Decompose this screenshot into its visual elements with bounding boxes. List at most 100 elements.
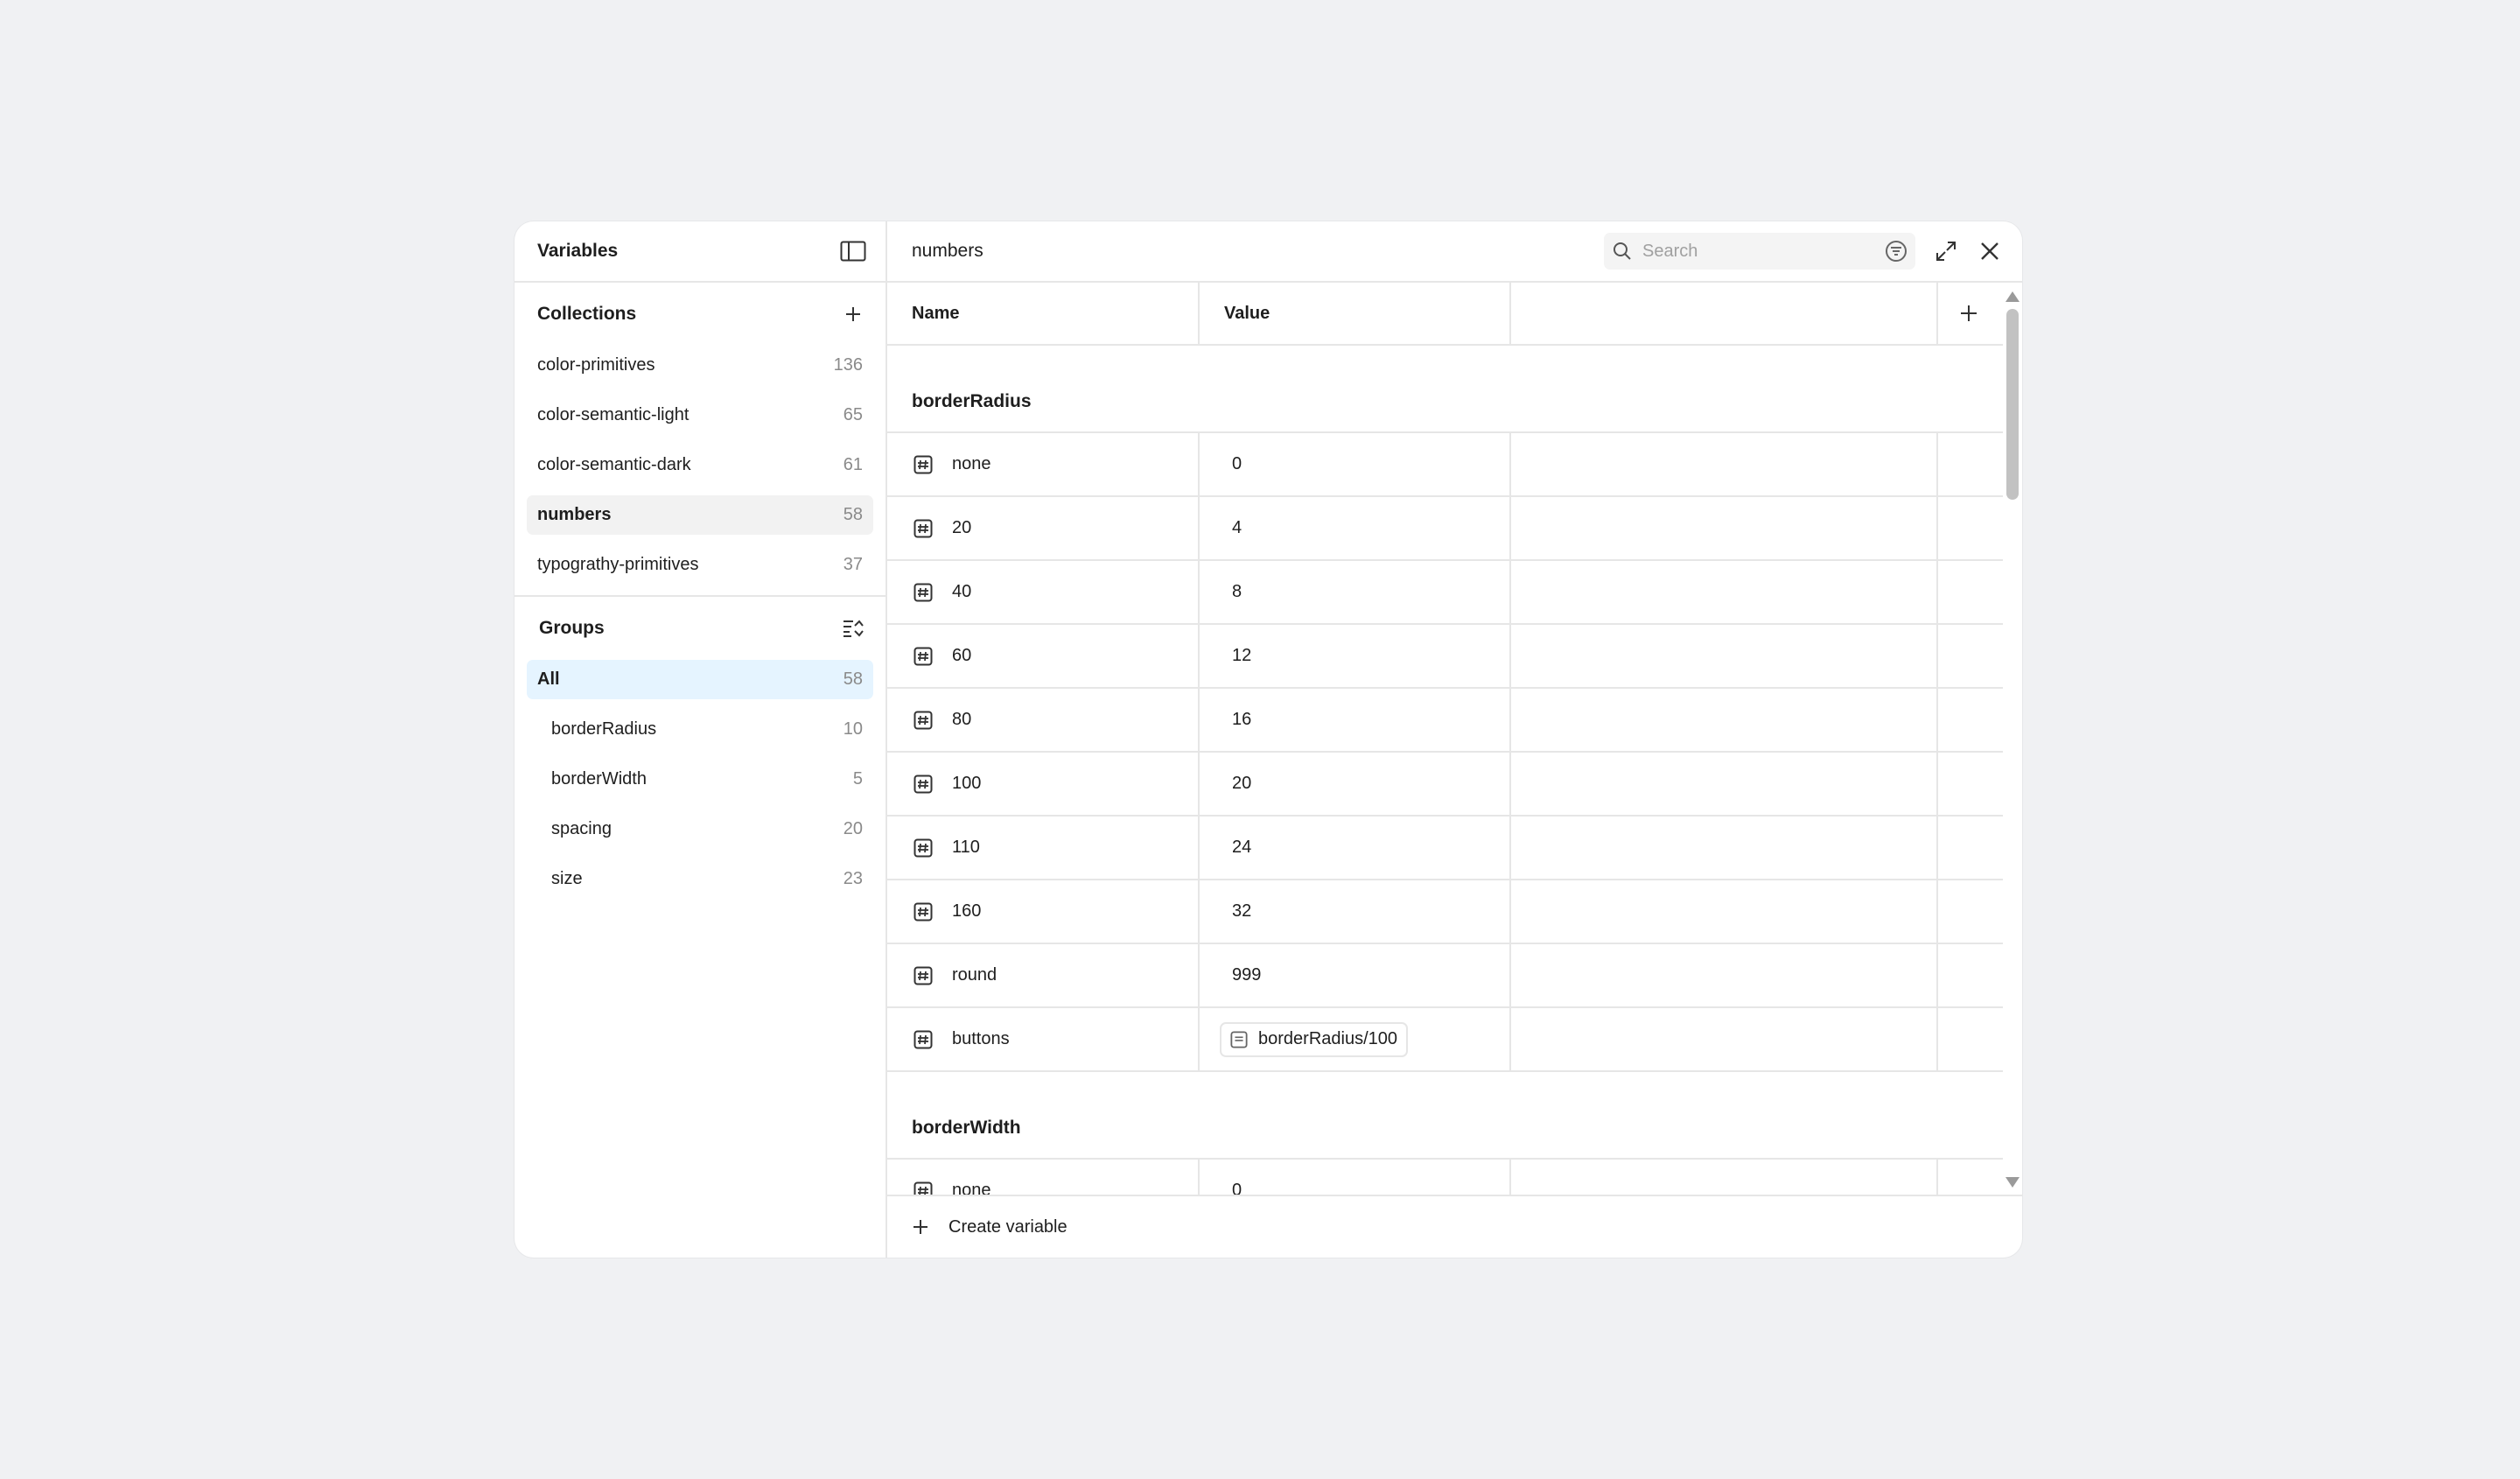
variable-value[interactable]: 20 (1232, 774, 1251, 794)
name-cell[interactable]: buttons (887, 1008, 1200, 1070)
empty-cell (1938, 689, 1998, 751)
vertical-scrollbar[interactable] (2003, 283, 2022, 1195)
group-item-borderradius[interactable]: borderRadius 10 (527, 710, 873, 749)
close-icon[interactable] (1975, 236, 2005, 266)
column-header-empty (1511, 283, 1938, 344)
value-cell[interactable]: 999 (1200, 944, 1511, 1006)
variable-value[interactable]: 24 (1232, 838, 1251, 858)
number-variable-icon (914, 583, 933, 602)
table-row[interactable]: 80 16 (887, 689, 2003, 753)
value-cell[interactable]: borderRadius/100 (1200, 1008, 1511, 1070)
collection-item-color-primitives[interactable]: color-primitives 136 (527, 346, 873, 385)
collections-header: Collections (514, 283, 886, 346)
empty-cell (1938, 817, 1998, 879)
variable-name: 60 (952, 646, 972, 665)
variable-value[interactable]: 0 (1232, 1181, 1242, 1195)
collection-label: color-semantic-light (537, 405, 690, 424)
variable-value[interactable]: 0 (1232, 454, 1242, 474)
value-cell[interactable]: 20 (1200, 753, 1511, 815)
scroll-down-arrow-icon[interactable] (2006, 1177, 2020, 1188)
column-header-value[interactable]: Value (1200, 283, 1511, 344)
create-variable-button[interactable]: Create variable (887, 1195, 2022, 1258)
value-cell[interactable]: 0 (1200, 1160, 1511, 1195)
name-cell[interactable]: none (887, 433, 1200, 495)
number-variable-icon (914, 902, 933, 922)
group-label: All (537, 669, 560, 689)
group-item-size[interactable]: size 23 (527, 859, 873, 899)
table-row[interactable]: 60 12 (887, 625, 2003, 689)
right-panel: numbers Name (887, 221, 2022, 1258)
group-count: 20 (843, 819, 863, 838)
empty-cell (1938, 497, 1998, 559)
table-row[interactable]: 160 32 (887, 880, 2003, 944)
table-row[interactable]: 110 24 (887, 817, 2003, 880)
table-row[interactable]: 40 8 (887, 561, 2003, 625)
name-cell[interactable]: 100 (887, 753, 1200, 815)
value-cell[interactable]: 12 (1200, 625, 1511, 687)
name-cell[interactable]: round (887, 944, 1200, 1006)
value-cell[interactable]: 8 (1200, 561, 1511, 623)
empty-cell (1938, 1008, 1998, 1070)
table-header: Name Value (887, 283, 2003, 346)
empty-cell (1938, 1160, 1998, 1195)
group-item-spacing[interactable]: spacing 20 (527, 810, 873, 849)
add-collection-plus-icon[interactable] (838, 299, 868, 329)
create-variable-label: Create variable (948, 1216, 1068, 1237)
name-cell[interactable]: 110 (887, 817, 1200, 879)
table-row[interactable]: 20 4 (887, 497, 2003, 561)
collection-item-numbers[interactable]: numbers 58 (527, 495, 873, 535)
name-cell[interactable]: 160 (887, 880, 1200, 943)
name-cell[interactable]: none (887, 1160, 1200, 1195)
value-cell[interactable]: 0 (1200, 433, 1511, 495)
collection-item-color-semantic-light[interactable]: color-semantic-light 65 (527, 396, 873, 435)
expand-icon[interactable] (1931, 236, 1961, 266)
name-cell[interactable]: 20 (887, 497, 1200, 559)
variable-name: 160 (952, 901, 982, 921)
empty-cell (1511, 497, 1938, 559)
collection-item-typograthy-primitives[interactable]: typograthy-primitives 37 (527, 545, 873, 585)
breadcrumb: numbers (912, 241, 984, 261)
search-input[interactable] (1641, 240, 1876, 263)
value-cell[interactable]: 4 (1200, 497, 1511, 559)
value-cell[interactable]: 16 (1200, 689, 1511, 751)
empty-cell (1511, 944, 1938, 1006)
group-item-all[interactable]: All 58 (527, 660, 873, 699)
name-cell[interactable]: 80 (887, 689, 1200, 751)
table-row[interactable]: buttons borderRadius/100 (887, 1008, 2003, 1072)
alias-chip[interactable]: borderRadius/100 (1220, 1021, 1408, 1057)
value-cell[interactable]: 32 (1200, 880, 1511, 943)
variable-name: 20 (952, 518, 972, 537)
table-row[interactable]: none 0 (887, 1160, 2003, 1195)
group-label: borderRadius (551, 719, 657, 739)
collection-item-color-semantic-dark[interactable]: color-semantic-dark 61 (527, 445, 873, 485)
table-row[interactable]: round 999 (887, 944, 2003, 1008)
add-mode-plus-icon[interactable] (1938, 283, 1998, 344)
name-cell[interactable]: 40 (887, 561, 1200, 623)
scroll-up-arrow-icon[interactable] (2006, 291, 2020, 302)
group-item-borderwidth[interactable]: borderWidth 5 (527, 760, 873, 799)
number-variable-icon (914, 711, 933, 730)
number-variable-icon (914, 838, 933, 858)
column-header-name[interactable]: Name (887, 283, 1200, 344)
group-header-borderwidth: borderWidth (887, 1072, 2003, 1160)
collections-title: Collections (537, 304, 637, 324)
search-box[interactable] (1604, 233, 1915, 270)
sidebar-toggle-icon[interactable] (838, 236, 868, 266)
name-cell[interactable]: 60 (887, 625, 1200, 687)
variable-value[interactable]: 8 (1232, 582, 1242, 602)
variable-value[interactable]: 4 (1232, 518, 1242, 538)
groups-list: All 58 borderRadius 10 borderWidth 5 spa… (514, 660, 886, 899)
variable-value[interactable]: 16 (1232, 710, 1251, 730)
list-filter-icon[interactable] (838, 613, 868, 643)
group-label: borderWidth (551, 769, 647, 789)
variable-value[interactable]: 999 (1232, 965, 1261, 985)
scrollbar-thumb[interactable] (2006, 309, 2019, 500)
collection-label: numbers (537, 505, 612, 524)
group-rows-borderwidth: none 0 (887, 1160, 2003, 1195)
variable-value[interactable]: 12 (1232, 646, 1251, 666)
value-cell[interactable]: 24 (1200, 817, 1511, 879)
table-row[interactable]: 100 20 (887, 753, 2003, 817)
table-row[interactable]: none 0 (887, 433, 2003, 497)
filter-icon[interactable] (1885, 240, 1908, 263)
variable-value[interactable]: 32 (1232, 901, 1251, 922)
